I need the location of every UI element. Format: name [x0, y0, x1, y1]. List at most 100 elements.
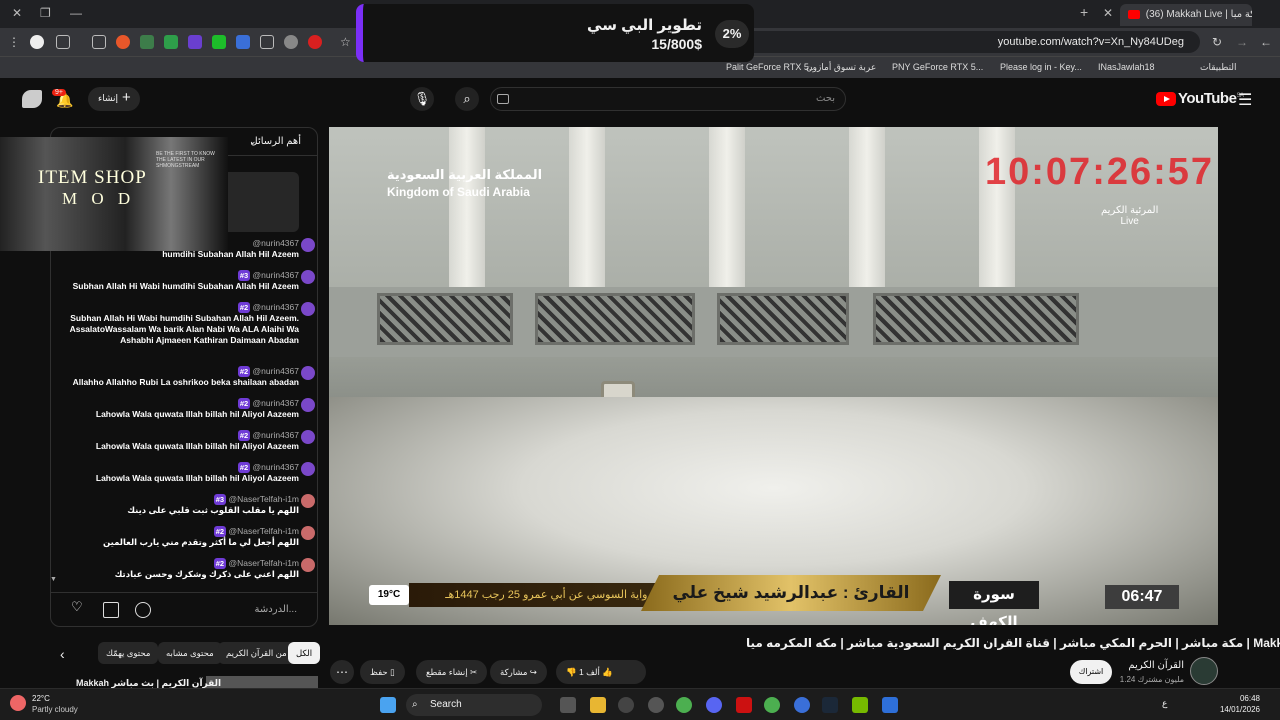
close-tab-icon[interactable]: ✕ — [1103, 6, 1113, 20]
bookmark-login[interactable]: Please log in - Key... — [1000, 62, 1082, 72]
chat-author[interactable]: @nurin4367 — [253, 270, 299, 280]
chrome-profile-icon[interactable] — [764, 697, 780, 713]
forward-icon[interactable]: → — [1236, 35, 1250, 49]
share-button[interactable]: مشاركة ↪ — [490, 660, 547, 684]
search-icon: ⌕ — [412, 699, 418, 710]
edge-icon[interactable] — [794, 697, 810, 713]
discord-icon[interactable] — [706, 697, 722, 713]
upnext-thumbnail[interactable] — [206, 676, 318, 688]
avatar[interactable] — [301, 270, 315, 284]
reload-icon[interactable]: ↻ — [1212, 35, 1226, 49]
member-badge: #2 — [237, 366, 251, 377]
tab-youtube[interactable]: (36) Makkah Live | مكة مبا — [1120, 4, 1252, 26]
bookmark-apps[interactable]: التطبيقات — [1200, 62, 1237, 73]
chat-author[interactable]: @nurin4367 — [253, 302, 299, 312]
new-tab-icon[interactable]: + — [1080, 4, 1088, 20]
search-input[interactable]: بحث — [490, 87, 846, 111]
clock[interactable]: 06:48 14/01/2026 — [1220, 693, 1260, 715]
emoji-icon[interactable] — [135, 602, 151, 618]
chrome-icon[interactable] — [676, 697, 692, 713]
chip-all[interactable]: الكل — [288, 642, 321, 664]
avatar[interactable] — [301, 558, 315, 572]
extension-grey-icon[interactable] — [284, 35, 298, 49]
extension-icon[interactable] — [56, 35, 70, 49]
super-chat-icon[interactable] — [103, 602, 119, 618]
extension-red-icon[interactable] — [308, 35, 322, 49]
nvidia-icon[interactable] — [852, 697, 868, 713]
channel-avatar[interactable] — [1190, 657, 1218, 685]
more-actions-icon[interactable]: ⋯ — [330, 660, 354, 684]
chat-author[interactable]: @NaserTelfah-i1m — [228, 494, 299, 504]
chip-for-you[interactable]: محتوى يهمّك — [98, 642, 159, 664]
subscribe-button[interactable]: اشتراك — [1070, 660, 1112, 684]
avatar[interactable] — [22, 90, 42, 108]
create-button[interactable]: إنشاء + — [88, 87, 140, 111]
speaker-icon[interactable] — [260, 35, 274, 49]
settings-icon[interactable] — [648, 697, 664, 713]
save-button[interactable]: حفظ ▯ — [360, 660, 405, 684]
clip-button[interactable]: إنشاء مقطع ✂ — [416, 660, 488, 684]
scroll-down-icon[interactable]: ▼ — [50, 576, 57, 583]
taskbar-search[interactable]: ⌕ Search — [406, 694, 542, 716]
menu-dots-icon[interactable]: ⋮ — [8, 35, 22, 49]
weather-icon[interactable] — [10, 695, 26, 711]
like-icon[interactable]: 👍 — [602, 667, 613, 677]
chat-author[interactable]: @nurin4367 — [253, 398, 299, 408]
bookmark-pny[interactable]: PNY GeForce RTX 5... — [892, 62, 983, 72]
chip-similar[interactable]: محتوى مشابه — [158, 642, 222, 664]
avatar[interactable] — [301, 462, 315, 476]
app-icon[interactable] — [618, 697, 634, 713]
voice-search-icon[interactable]: 🎙 — [410, 87, 434, 111]
extension-green-icon[interactable] — [140, 35, 154, 49]
riwaya-text: رواية السوسي عن أبي عمرو — [523, 589, 653, 601]
file-explorer-icon[interactable] — [590, 697, 606, 713]
balcony-grille — [535, 293, 695, 345]
chat-author[interactable]: @nurin4367 — [253, 430, 299, 440]
profile-icon[interactable] — [30, 35, 44, 49]
search-button[interactable]: ⌕ — [455, 87, 479, 111]
chat-input[interactable]: الدردشة... — [255, 604, 297, 615]
keyboard-icon[interactable] — [497, 94, 509, 104]
app-red-icon[interactable] — [736, 697, 752, 713]
extension-k-icon[interactable] — [164, 35, 178, 49]
avatar[interactable] — [301, 302, 315, 316]
restore-window-icon[interactable]: ❐ — [40, 6, 51, 20]
chevron-left-icon[interactable]: ‹ — [60, 646, 65, 662]
chat-author[interactable]: @nurin4367 — [253, 238, 299, 248]
logo-text: YouTube — [1178, 90, 1237, 107]
back-icon[interactable]: ← — [1260, 35, 1274, 49]
avatar[interactable] — [301, 430, 315, 444]
heart-icon[interactable]: ♡ — [71, 599, 87, 615]
chat-author[interactable]: @NaserTelfah-i1m — [228, 526, 299, 536]
extensions-puzzle-icon[interactable] — [92, 35, 106, 49]
windows-start-icon[interactable] — [380, 697, 396, 713]
youtube-logo[interactable]: YouTubeSA — [1156, 90, 1244, 107]
extension-kick-icon[interactable] — [212, 35, 226, 49]
bookmark-star-icon[interactable]: ☆ — [340, 35, 354, 49]
channel-name[interactable]: القرآن الكريم — [1128, 660, 1184, 671]
avatar[interactable] — [301, 398, 315, 412]
dislike-icon[interactable]: 👎 — [566, 667, 577, 677]
bookmark-amazon-cart[interactable]: عربة تسوق أمازون — [806, 62, 876, 73]
chat-author[interactable]: @nurin4367 — [253, 462, 299, 472]
app-blue-icon[interactable] — [882, 697, 898, 713]
extension-purple-icon[interactable] — [188, 35, 202, 49]
avatar[interactable] — [301, 366, 315, 380]
video-player[interactable]: المملكة العربية السعودية Kingdom of Saud… — [329, 127, 1218, 625]
chat-author[interactable]: @nurin4367 — [253, 366, 299, 376]
avatar[interactable] — [301, 238, 315, 252]
hamburger-menu-icon[interactable]: ☰ — [1238, 90, 1252, 110]
avatar[interactable] — [301, 526, 315, 540]
bookmark-jawlah[interactable]: INasJawlah18 — [1098, 62, 1155, 72]
language-indicator[interactable]: ع — [1162, 698, 1167, 709]
avatar[interactable] — [301, 494, 315, 508]
close-window-icon[interactable]: ✕ — [12, 6, 22, 20]
extension-blue-icon[interactable] — [236, 35, 250, 49]
task-view-icon[interactable] — [560, 697, 576, 713]
minimize-window-icon[interactable]: — — [70, 6, 82, 20]
bookmark-palit[interactable]: Palit GeForce RTX 5... — [726, 62, 816, 72]
chip-quran[interactable]: من القرآن الكريم — [218, 642, 295, 664]
chat-author[interactable]: @NaserTelfah-i1m — [228, 558, 299, 568]
extension-orange-icon[interactable] — [116, 35, 130, 49]
steam-icon[interactable] — [822, 697, 838, 713]
